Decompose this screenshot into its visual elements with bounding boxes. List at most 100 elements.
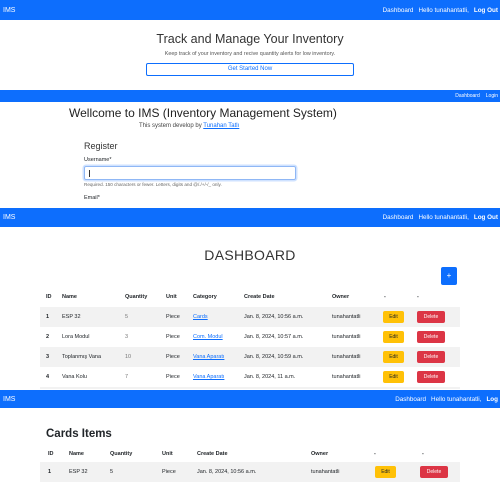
- brand-link[interactable]: IMS: [3, 214, 15, 221]
- brand-link[interactable]: IMS: [3, 7, 15, 14]
- edit-button[interactable]: Edit: [383, 311, 404, 323]
- cell-id: 2: [46, 334, 50, 340]
- cell-quantity: 3: [125, 334, 129, 340]
- column-header: Name: [69, 451, 84, 457]
- cell-owner: tunahantatli: [332, 354, 361, 360]
- cell-name: ESP 32: [69, 469, 88, 475]
- page-title: DASHBOARD: [204, 247, 296, 263]
- username-field[interactable]: [84, 166, 296, 180]
- table-row: 4 Vana Kolu 7 Piece Vana Aparatı Jan. 8,…: [40, 367, 460, 387]
- edit-button[interactable]: Edit: [375, 466, 396, 478]
- nav-links: Dashboard Login: [455, 93, 500, 99]
- table-header-row: ID Name Quantity Unit Create Date Owner …: [40, 446, 460, 462]
- column-header: Quantity: [125, 294, 148, 300]
- column-header: Unit: [166, 294, 177, 300]
- navbar: IMS Dashboard Hello tunahantatli, Log Ou…: [0, 0, 500, 20]
- navbar: IMS Dashboard Hello tunahantatli, Log: [0, 390, 500, 408]
- cell-quantity: 10: [125, 354, 132, 360]
- nav-greeting: Hello tunahantatli,: [418, 6, 469, 14]
- page-title: Cards Items: [46, 428, 112, 440]
- nav-dashboard-link[interactable]: Dashboard: [383, 214, 414, 221]
- cell-unit: Piece: [166, 374, 180, 380]
- column-header: Create Date: [197, 451, 228, 457]
- cell-category-link[interactable]: Vana Aparatı: [193, 347, 224, 367]
- table-row: 2 Lora Modul 3 Piece Com. Modul Jan. 8, …: [40, 327, 460, 347]
- cell-quantity: 5: [125, 314, 129, 320]
- cell-id: 1: [46, 314, 50, 320]
- navbar: Dashboard Login: [0, 90, 500, 102]
- column-header: -: [374, 451, 376, 457]
- delete-button[interactable]: Delete: [417, 351, 445, 363]
- logout-button[interactable]: Log Out: [474, 7, 498, 14]
- delete-button[interactable]: Delete: [417, 331, 445, 343]
- home-hero: Track and Manage Your Inventory Keep tra…: [0, 20, 500, 90]
- logout-button[interactable]: Log Out: [474, 214, 498, 221]
- column-header: Quantity: [110, 451, 133, 457]
- edit-button[interactable]: Edit: [383, 351, 404, 363]
- logout-button[interactable]: Log: [486, 396, 498, 403]
- table-row-partial: [40, 387, 460, 389]
- edit-button[interactable]: Edit: [383, 331, 404, 343]
- cell-category-link[interactable]: Cards: [193, 307, 208, 327]
- delete-button[interactable]: Delete: [417, 371, 445, 383]
- cell-id: 4: [46, 374, 50, 380]
- cell-unit: Piece: [162, 469, 176, 475]
- register-page: Wellcome to IMS (Inventory Management Sy…: [0, 102, 500, 204]
- nav-dashboard-link[interactable]: Dashboard: [383, 7, 414, 14]
- navbar: IMS Dashboard Hello tunahantatli, Log Ou…: [0, 208, 500, 227]
- brand-link[interactable]: IMS: [3, 396, 15, 403]
- cell-quantity: 7: [125, 374, 129, 380]
- username-label: Username*: [84, 157, 112, 163]
- table-header-row: ID Name Quantity Unit Category Create Da…: [40, 287, 460, 307]
- cell-owner: tunahantatli: [332, 334, 361, 340]
- column-header: Create Date: [244, 294, 275, 300]
- nav-links: Dashboard Hello tunahantatli, Log Out: [383, 7, 500, 14]
- column-header: Unit: [162, 451, 173, 457]
- register-title: Register: [84, 141, 118, 151]
- nav-dashboard-link[interactable]: Dashboard: [455, 93, 479, 99]
- cell-owner: tunahantatli: [332, 314, 361, 320]
- nav-greeting: Hello tunahantatli,: [418, 214, 469, 221]
- email-label: Email*: [84, 195, 100, 201]
- nav-login-link[interactable]: Login: [486, 93, 498, 99]
- cell-quantity: 5: [110, 469, 114, 475]
- cell-name: Toplanmış Vana: [62, 354, 102, 360]
- delete-button[interactable]: Delete: [420, 466, 448, 478]
- cell-name: Vana Kolu: [62, 374, 87, 380]
- nav-links: Dashboard Hello tunahantatli, Log Out: [383, 214, 500, 221]
- column-header: Owner: [332, 294, 350, 300]
- cell-date: Jan. 8, 2024, 10:57 a.m.: [244, 334, 304, 340]
- get-started-button[interactable]: Get Started Now: [146, 63, 354, 76]
- cell-date: Jan. 8, 2024, 10:59 a.m.: [244, 354, 304, 360]
- welcome-heading: Wellcome to IMS (Inventory Management Sy…: [69, 106, 337, 120]
- developer-credit: This system develop by Tunahan Tatlı: [139, 123, 239, 129]
- table-row: 1 ESP 32 5 Piece Jan. 8, 2024, 10:56 a.m…: [40, 462, 460, 482]
- column-header: ID: [46, 294, 52, 300]
- nav-dashboard-link[interactable]: Dashboard: [395, 396, 426, 403]
- cell-id: 3: [46, 354, 50, 360]
- delete-button[interactable]: Delete: [417, 311, 445, 323]
- add-item-button[interactable]: +: [441, 267, 457, 285]
- cell-date: Jan. 8, 2024, 11 a.m.: [244, 374, 296, 380]
- cell-category-link[interactable]: Vana Aparatı: [193, 367, 224, 387]
- developer-link[interactable]: Tunahan Tatlı: [203, 123, 239, 129]
- cell-date: Jan. 8, 2024, 10:56 a.m.: [244, 314, 304, 320]
- column-header: -: [417, 294, 419, 300]
- cell-name: ESP 32: [62, 314, 81, 320]
- category-items-page: Cards Items ID Name Quantity Unit Create…: [0, 408, 500, 500]
- table-row: 1 ESP 32 5 Piece Cards Jan. 8, 2024, 10:…: [40, 307, 460, 327]
- cell-date: Jan. 8, 2024, 10:56 a.m.: [197, 469, 257, 475]
- cell-unit: Piece: [166, 314, 180, 320]
- cell-owner: tunahantatli: [332, 374, 361, 380]
- edit-button[interactable]: Edit: [383, 371, 404, 383]
- cell-category-link[interactable]: Com. Modul: [193, 327, 223, 347]
- table-row: 3 Toplanmış Vana 10 Piece Vana Aparatı J…: [40, 347, 460, 367]
- cell-unit: Piece: [166, 334, 180, 340]
- cell-unit: Piece: [166, 354, 180, 360]
- developer-credit-text: This system develop by: [139, 123, 202, 129]
- dashboard-page: DASHBOARD + ID Name Quantity Unit Catego…: [0, 227, 500, 389]
- column-header: ID: [48, 451, 54, 457]
- hero-subtext: Keep track of your inventory and recive …: [164, 51, 336, 57]
- cell-name: Lora Modul: [62, 334, 90, 340]
- cell-owner: tunahantatli: [311, 469, 340, 475]
